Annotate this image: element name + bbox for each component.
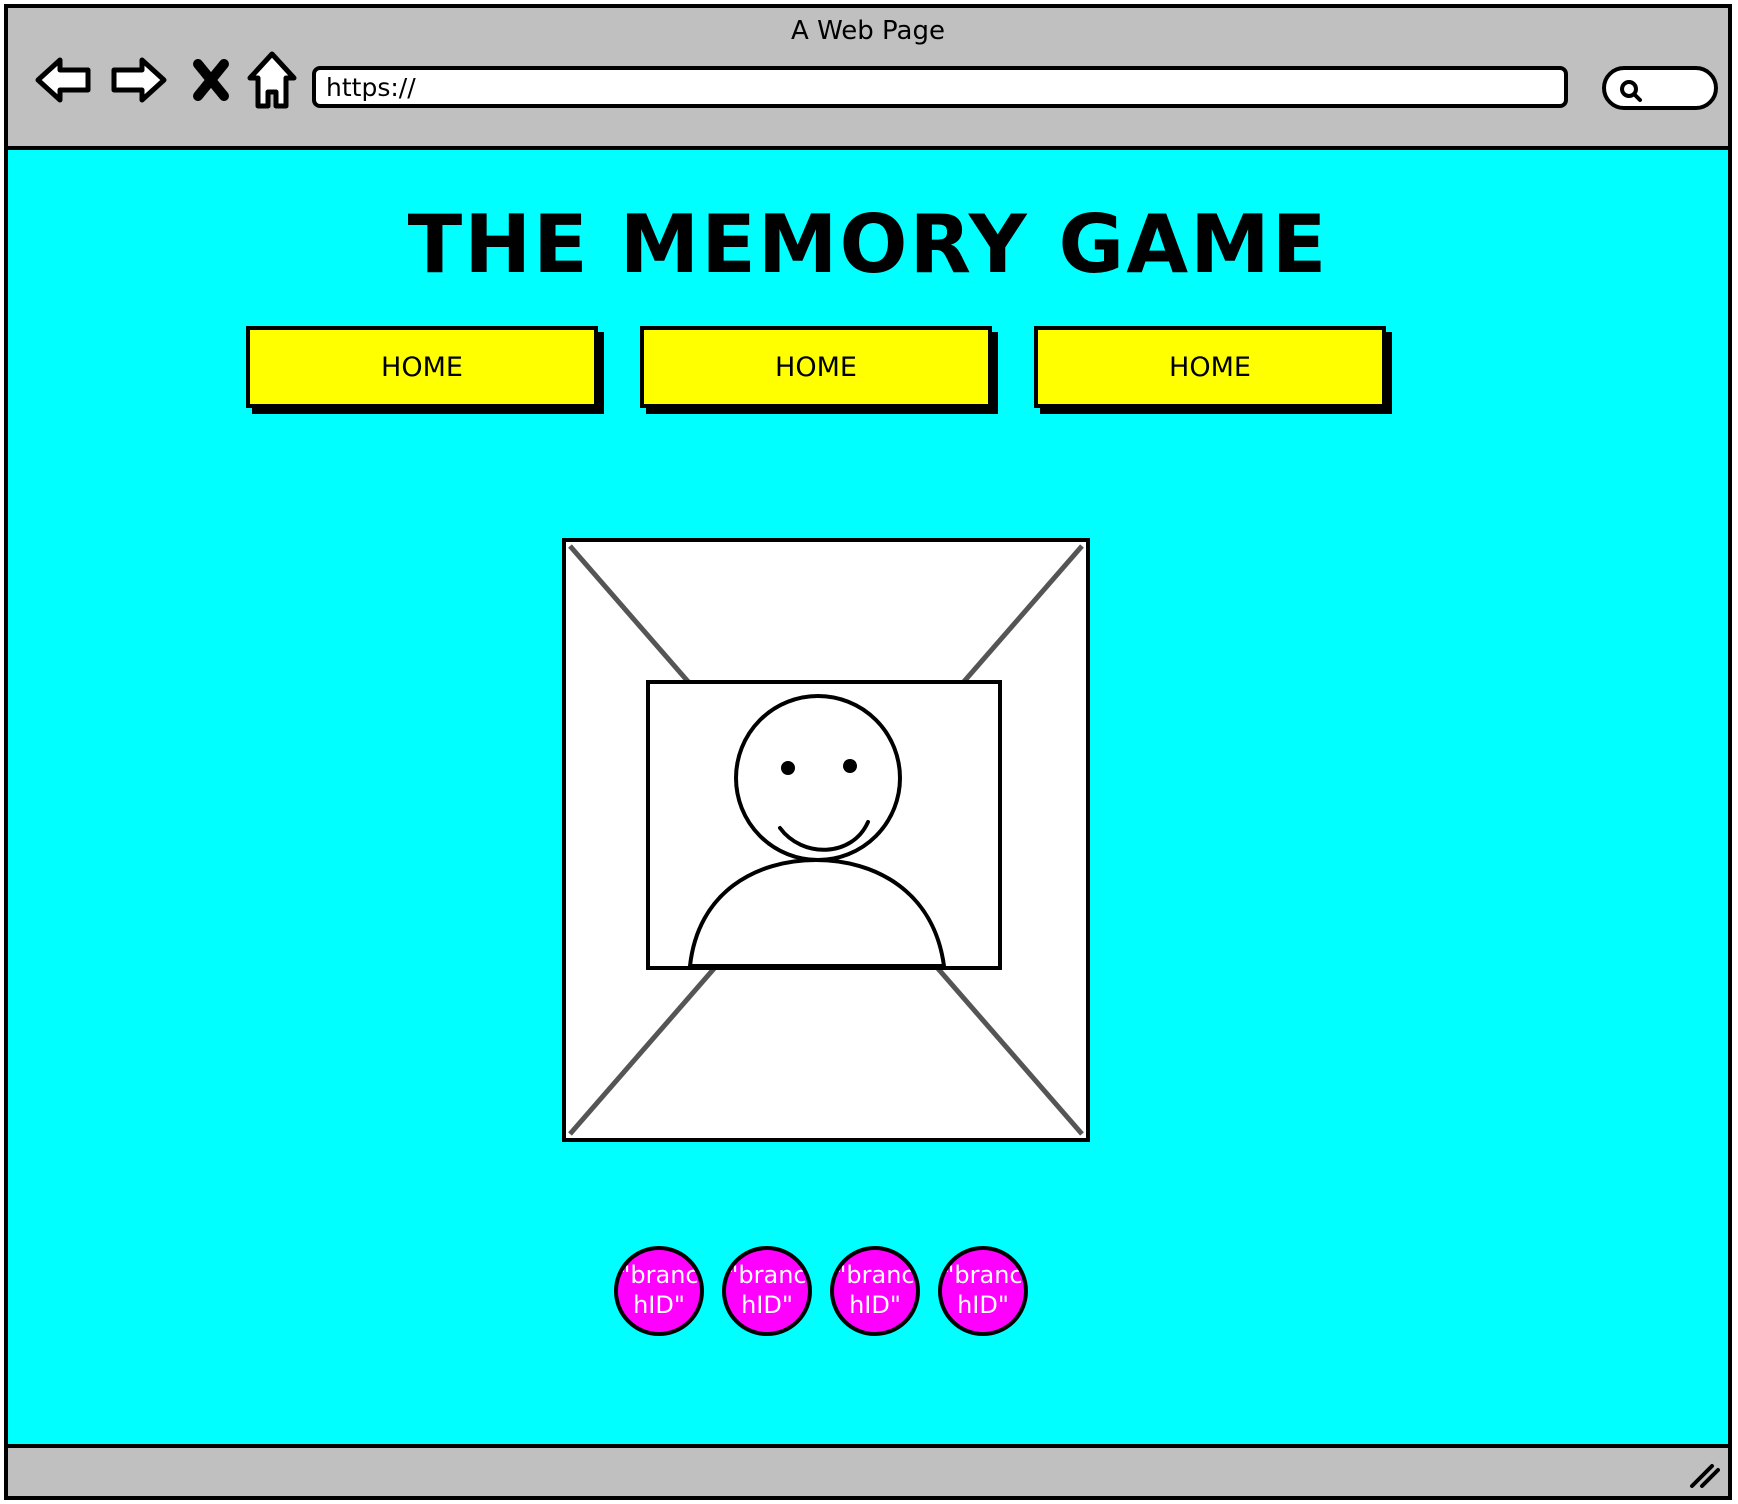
back-arrow-icon[interactable]: [32, 48, 96, 112]
nav-button-home-1[interactable]: HOME: [246, 326, 598, 408]
nav-button-home-3[interactable]: HOME: [1034, 326, 1386, 408]
branch-circle-4[interactable]: "branchID": [938, 1246, 1028, 1336]
home-icon[interactable]: [240, 48, 304, 112]
image-placeholder: [562, 538, 1090, 1142]
branch-circle-1[interactable]: "branchID": [614, 1246, 704, 1336]
person-placeholder-icon: [568, 544, 1084, 1136]
branch-circle-3[interactable]: "branchID": [830, 1246, 920, 1336]
search-box[interactable]: [1602, 66, 1718, 110]
status-bar: [8, 1444, 1728, 1496]
nav-button-home-2[interactable]: HOME: [640, 326, 992, 408]
branch-circle-2[interactable]: "branchID": [722, 1246, 812, 1336]
forward-arrow-icon[interactable]: [106, 48, 170, 112]
url-bar[interactable]: https://: [312, 66, 1568, 108]
url-text: https://: [326, 72, 416, 102]
resize-grip-icon[interactable]: [1686, 1460, 1720, 1490]
search-icon: [1620, 80, 1642, 102]
browser-window: A Web Page https:// THE MEMORY GAME HOME…: [4, 4, 1732, 1500]
stop-x-icon[interactable]: [180, 48, 244, 112]
page-title: THE MEMORY GAME: [407, 198, 1329, 291]
window-title: A Web Page: [791, 16, 945, 46]
browser-toolbar: A Web Page https://: [8, 8, 1728, 150]
